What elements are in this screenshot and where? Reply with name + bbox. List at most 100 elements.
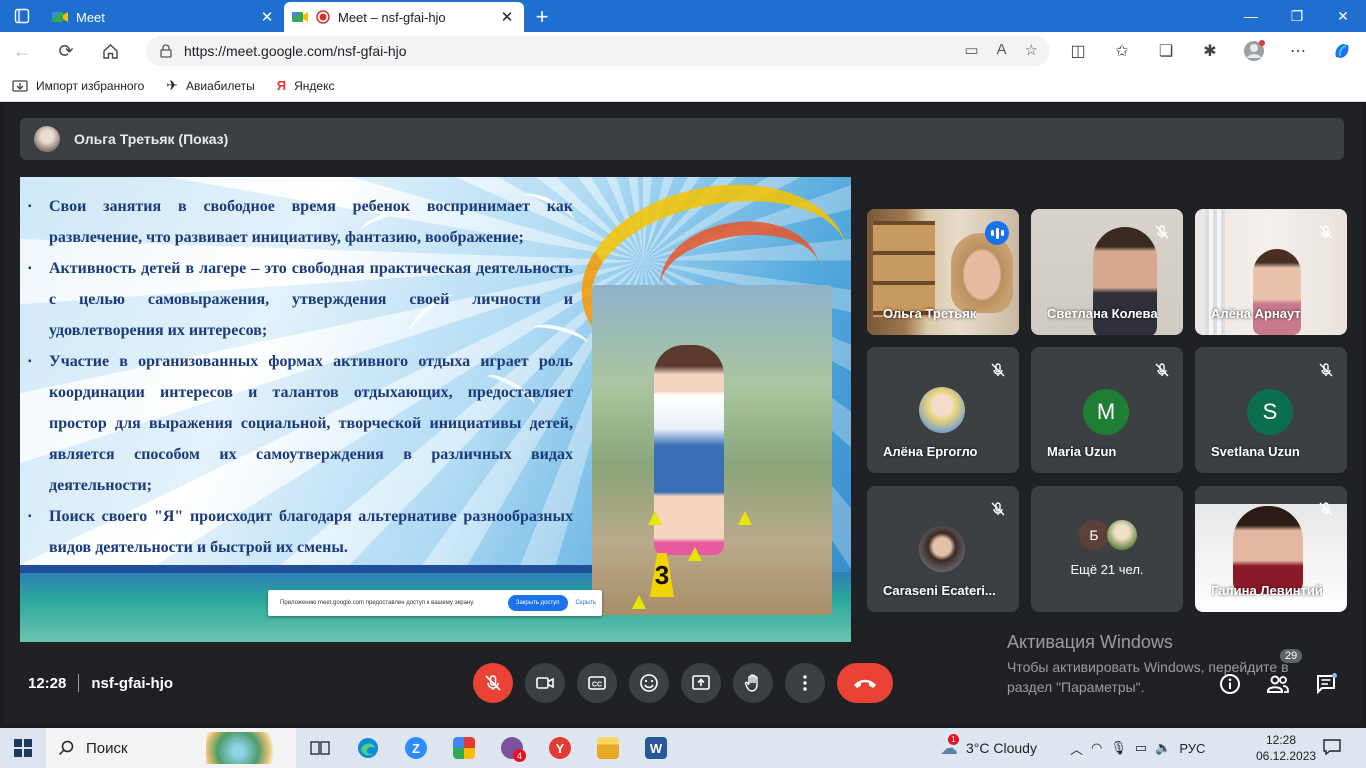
more-options-button[interactable] [785,663,825,703]
profile-avatar[interactable] [1236,36,1272,66]
taskbar-explorer[interactable] [584,728,632,768]
participant-tile[interactable]: Caraseni Ecateri... [867,486,1019,612]
favorite-label: Импорт избранного [36,78,145,93]
task-view-button[interactable] [296,728,344,768]
volume-icon[interactable]: 🔈 [1155,740,1171,756]
wifi-icon[interactable]: ◠ [1091,740,1102,756]
taskbar-zoom[interactable]: Z [392,728,440,768]
windows-logo-icon [14,739,32,757]
tab-title: Meet [76,9,105,25]
favorite-star-icon[interactable]: ☆ [1025,41,1038,59]
copilot-icon[interactable] [1324,36,1360,66]
participant-tile[interactable]: Светлана Колева [1031,209,1183,335]
participant-tile[interactable]: Алёна Арнаут [1195,209,1347,335]
weather-badge: 1 [948,733,959,745]
favorite-label: Авиабилеты [186,78,255,93]
hang-up-icon [854,679,876,688]
participant-tile[interactable]: Ольга Третьяк [867,209,1019,335]
back-button[interactable]: ← [0,32,44,70]
start-button[interactable] [0,728,46,768]
restore-icon[interactable]: ❐ [1274,0,1320,32]
info-icon [1220,674,1240,694]
shared-screen[interactable]: Свои занятия в свободное время ребенок в… [20,177,851,642]
cloud-icon: ☁ 1 [940,733,959,758]
raise-hand-button[interactable] [733,663,773,703]
windows-activation-watermark: Активация Windows Чтобы активировать Win… [1007,632,1289,697]
avatar [919,526,965,572]
meeting-info: 12:28 nsf-gfai-hjo [28,674,173,692]
captions-icon: CC [588,676,606,690]
divider [78,674,80,692]
mic-toggle-button[interactable] [473,663,513,703]
plane-icon: ✈ [166,77,179,93]
address-toolbar: ← ⟳ https://meet.google.com/nsf-gfai-hjo… [0,32,1366,70]
people-button[interactable] [1264,670,1292,698]
participant-face [1233,506,1303,594]
chevron-up-icon[interactable]: ︿ [1070,739,1083,758]
favorites-icon[interactable]: ✩ [1104,36,1140,66]
speaking-indicator-icon [985,221,1009,245]
slide-footer-stripe [20,565,592,573]
mic-off-icon [485,675,501,691]
tab-meet-active[interactable]: Meet – nsf-gfai-hjo ✕ [284,2,524,32]
taskbar-viber[interactable]: 4 [488,728,536,768]
chat-button[interactable] [1312,670,1340,698]
mic-off-icon [1315,359,1337,381]
tab-meet[interactable]: Meet ✕ [44,2,284,32]
favorite-flights[interactable]: ✈ Авиабилеты [166,77,254,94]
presenter-label: Ольга Третьяк (Показ) [74,131,229,147]
close-tab-icon[interactable]: ✕ [498,8,516,26]
participant-tile[interactable]: Галина Левинтий [1195,486,1347,612]
battery-icon[interactable]: ▭ [1135,740,1147,756]
more-participants-tile[interactable]: Б Ещё 21 чел. [1031,486,1183,612]
split-screen-icon[interactable]: ◫ [1060,36,1096,66]
minimize-icon[interactable]: — [1228,0,1274,32]
new-tab-button[interactable]: + [524,2,560,32]
weather-widget[interactable]: ☁ 1 3°C Cloudy [940,728,1037,768]
hand-icon [744,674,758,692]
reactions-button[interactable] [629,663,669,703]
stop-sharing-button[interactable]: Закрыть доступ [507,595,568,611]
home-button[interactable] [88,32,132,70]
participant-tile[interactable]: Алёна Ергогло [867,347,1019,473]
present-screen-button[interactable] [681,663,721,703]
camera-permission-icon[interactable]: ▭ [964,41,978,59]
meeting-details-button[interactable] [1216,670,1244,698]
url-field[interactable]: https://meet.google.com/nsf-gfai-hjo ▭ A… [146,36,1050,66]
emoji-icon [640,674,658,692]
hide-notice-link[interactable]: Скрыть [576,600,596,606]
leave-call-button[interactable] [837,663,893,703]
collections-icon[interactable]: ❏ [1148,36,1184,66]
taskbar-yandex[interactable]: Y [536,728,584,768]
more-menu-icon[interactable]: ⋯ [1280,36,1316,66]
present-icon [692,675,710,690]
taskbar-search[interactable]: Поиск [46,728,296,768]
taskbar-edge[interactable] [344,728,392,768]
read-aloud-icon[interactable]: A͏ [997,41,1007,59]
camera-toggle-button[interactable] [525,663,565,703]
favorite-yandex[interactable]: Я Яндекс [277,78,335,93]
close-tab-icon[interactable]: ✕ [258,8,276,26]
notification-badge: 4 [513,749,526,762]
taskbar-clock[interactable]: 12:28 06.12.2023 [1256,732,1317,764]
captions-button[interactable]: CC [577,663,617,703]
close-window-icon[interactable]: ✕ [1320,0,1366,32]
clock-date: 06.12.2023 [1256,749,1317,763]
avatar [34,126,60,152]
favorite-import[interactable]: Импорт избранного [12,79,144,93]
mic-off-icon [1315,221,1337,243]
taskbar-app[interactable] [440,728,488,768]
tab-actions-icon[interactable] [0,0,44,32]
microphone-icon[interactable]: 🎙 [1110,740,1127,756]
reload-button[interactable]: ⟳ [44,32,88,70]
language-indicator[interactable]: РУС [1179,741,1205,756]
participant-tile[interactable]: S Svetlana Uzun [1195,347,1347,473]
notifications-button[interactable] [1322,737,1342,762]
taskbar-word[interactable]: W [632,728,680,768]
meeting-time: 12:28 [28,674,67,692]
bookshelf-image [873,221,935,317]
extensions-icon[interactable]: ✱ [1192,36,1228,66]
browser-tab-bar: Meet ✕ Meet – nsf-gfai-hjo ✕ + — ❐ ✕ [0,0,1366,32]
meeting-code: nsf-gfai-hjo [91,674,174,692]
participant-tile[interactable]: M Maria Uzun [1031,347,1183,473]
